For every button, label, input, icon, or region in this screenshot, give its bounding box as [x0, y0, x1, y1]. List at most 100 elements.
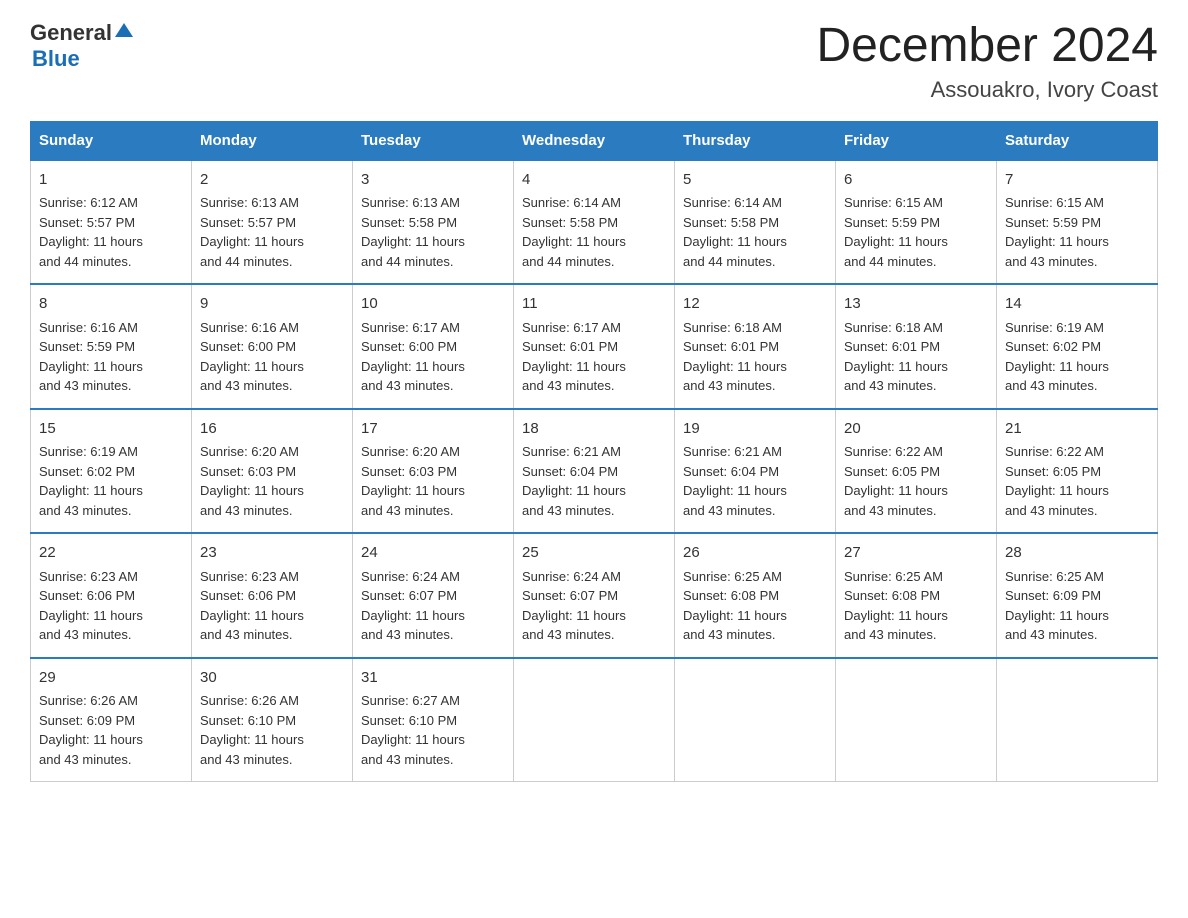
calendar-cell: 30Sunrise: 6:26 AMSunset: 6:10 PMDayligh… — [192, 658, 353, 782]
day-number: 4 — [522, 169, 666, 192]
calendar-cell: 5Sunrise: 6:14 AMSunset: 5:58 PMDaylight… — [675, 160, 836, 285]
header-day-sunday: Sunday — [31, 121, 192, 160]
calendar-cell: 17Sunrise: 6:20 AMSunset: 6:03 PMDayligh… — [353, 409, 514, 534]
calendar-cell: 11Sunrise: 6:17 AMSunset: 6:01 PMDayligh… — [514, 284, 675, 409]
month-title: December 2024 — [816, 20, 1158, 73]
calendar-cell: 15Sunrise: 6:19 AMSunset: 6:02 PMDayligh… — [31, 409, 192, 534]
day-number: 29 — [39, 667, 183, 690]
day-number: 21 — [1005, 418, 1149, 441]
day-number: 18 — [522, 418, 666, 441]
day-number: 5 — [683, 169, 827, 192]
calendar-cell: 10Sunrise: 6:17 AMSunset: 6:00 PMDayligh… — [353, 284, 514, 409]
calendar-cell: 7Sunrise: 6:15 AMSunset: 5:59 PMDaylight… — [997, 160, 1158, 285]
day-info: Sunrise: 6:16 AMSunset: 5:59 PMDaylight:… — [39, 318, 183, 396]
day-number: 14 — [1005, 293, 1149, 316]
day-info: Sunrise: 6:24 AMSunset: 6:07 PMDaylight:… — [361, 567, 505, 645]
day-info: Sunrise: 6:20 AMSunset: 6:03 PMDaylight:… — [361, 442, 505, 520]
day-number: 25 — [522, 542, 666, 565]
day-number: 13 — [844, 293, 988, 316]
calendar-cell: 19Sunrise: 6:21 AMSunset: 6:04 PMDayligh… — [675, 409, 836, 534]
calendar-cell — [675, 658, 836, 782]
header-day-monday: Monday — [192, 121, 353, 160]
day-info: Sunrise: 6:25 AMSunset: 6:08 PMDaylight:… — [683, 567, 827, 645]
day-info: Sunrise: 6:20 AMSunset: 6:03 PMDaylight:… — [200, 442, 344, 520]
day-number: 6 — [844, 169, 988, 192]
week-row-2: 8Sunrise: 6:16 AMSunset: 5:59 PMDaylight… — [31, 284, 1158, 409]
day-number: 31 — [361, 667, 505, 690]
calendar-cell: 13Sunrise: 6:18 AMSunset: 6:01 PMDayligh… — [836, 284, 997, 409]
day-number: 28 — [1005, 542, 1149, 565]
day-number: 8 — [39, 293, 183, 316]
location-title: Assouakro, Ivory Coast — [816, 77, 1158, 103]
header-day-saturday: Saturday — [997, 121, 1158, 160]
day-info: Sunrise: 6:25 AMSunset: 6:09 PMDaylight:… — [1005, 567, 1149, 645]
day-info: Sunrise: 6:12 AMSunset: 5:57 PMDaylight:… — [39, 193, 183, 271]
day-info: Sunrise: 6:25 AMSunset: 6:08 PMDaylight:… — [844, 567, 988, 645]
day-info: Sunrise: 6:16 AMSunset: 6:00 PMDaylight:… — [200, 318, 344, 396]
calendar-cell: 31Sunrise: 6:27 AMSunset: 6:10 PMDayligh… — [353, 658, 514, 782]
day-number: 30 — [200, 667, 344, 690]
day-number: 1 — [39, 169, 183, 192]
calendar-cell: 23Sunrise: 6:23 AMSunset: 6:06 PMDayligh… — [192, 533, 353, 658]
week-row-4: 22Sunrise: 6:23 AMSunset: 6:06 PMDayligh… — [31, 533, 1158, 658]
week-row-1: 1Sunrise: 6:12 AMSunset: 5:57 PMDaylight… — [31, 160, 1158, 285]
day-number: 11 — [522, 293, 666, 316]
day-info: Sunrise: 6:23 AMSunset: 6:06 PMDaylight:… — [39, 567, 183, 645]
header-day-thursday: Thursday — [675, 121, 836, 160]
calendar-cell — [997, 658, 1158, 782]
calendar-cell: 26Sunrise: 6:25 AMSunset: 6:08 PMDayligh… — [675, 533, 836, 658]
day-info: Sunrise: 6:26 AMSunset: 6:10 PMDaylight:… — [200, 691, 344, 769]
day-number: 27 — [844, 542, 988, 565]
week-row-5: 29Sunrise: 6:26 AMSunset: 6:09 PMDayligh… — [31, 658, 1158, 782]
day-number: 7 — [1005, 169, 1149, 192]
day-info: Sunrise: 6:21 AMSunset: 6:04 PMDaylight:… — [522, 442, 666, 520]
calendar-cell: 29Sunrise: 6:26 AMSunset: 6:09 PMDayligh… — [31, 658, 192, 782]
day-number: 9 — [200, 293, 344, 316]
calendar-cell — [514, 658, 675, 782]
day-number: 2 — [200, 169, 344, 192]
week-row-3: 15Sunrise: 6:19 AMSunset: 6:02 PMDayligh… — [31, 409, 1158, 534]
calendar-cell: 3Sunrise: 6:13 AMSunset: 5:58 PMDaylight… — [353, 160, 514, 285]
day-info: Sunrise: 6:19 AMSunset: 6:02 PMDaylight:… — [39, 442, 183, 520]
calendar-cell — [836, 658, 997, 782]
day-info: Sunrise: 6:15 AMSunset: 5:59 PMDaylight:… — [1005, 193, 1149, 271]
header-day-friday: Friday — [836, 121, 997, 160]
day-info: Sunrise: 6:26 AMSunset: 6:09 PMDaylight:… — [39, 691, 183, 769]
calendar-cell: 25Sunrise: 6:24 AMSunset: 6:07 PMDayligh… — [514, 533, 675, 658]
calendar-cell: 27Sunrise: 6:25 AMSunset: 6:08 PMDayligh… — [836, 533, 997, 658]
calendar-cell: 1Sunrise: 6:12 AMSunset: 5:57 PMDaylight… — [31, 160, 192, 285]
day-info: Sunrise: 6:19 AMSunset: 6:02 PMDaylight:… — [1005, 318, 1149, 396]
day-info: Sunrise: 6:17 AMSunset: 6:01 PMDaylight:… — [522, 318, 666, 396]
calendar-cell: 14Sunrise: 6:19 AMSunset: 6:02 PMDayligh… — [997, 284, 1158, 409]
calendar-cell: 4Sunrise: 6:14 AMSunset: 5:58 PMDaylight… — [514, 160, 675, 285]
day-info: Sunrise: 6:23 AMSunset: 6:06 PMDaylight:… — [200, 567, 344, 645]
calendar-cell: 28Sunrise: 6:25 AMSunset: 6:09 PMDayligh… — [997, 533, 1158, 658]
day-info: Sunrise: 6:22 AMSunset: 6:05 PMDaylight:… — [1005, 442, 1149, 520]
day-number: 23 — [200, 542, 344, 565]
calendar-table: SundayMondayTuesdayWednesdayThursdayFrid… — [30, 121, 1158, 783]
calendar-cell: 20Sunrise: 6:22 AMSunset: 6:05 PMDayligh… — [836, 409, 997, 534]
header-day-wednesday: Wednesday — [514, 121, 675, 160]
day-number: 16 — [200, 418, 344, 441]
logo-general-text: General — [30, 20, 112, 46]
day-number: 3 — [361, 169, 505, 192]
day-info: Sunrise: 6:21 AMSunset: 6:04 PMDaylight:… — [683, 442, 827, 520]
day-number: 20 — [844, 418, 988, 441]
day-info: Sunrise: 6:15 AMSunset: 5:59 PMDaylight:… — [844, 193, 988, 271]
day-info: Sunrise: 6:13 AMSunset: 5:57 PMDaylight:… — [200, 193, 344, 271]
calendar-cell: 8Sunrise: 6:16 AMSunset: 5:59 PMDaylight… — [31, 284, 192, 409]
calendar-cell: 21Sunrise: 6:22 AMSunset: 6:05 PMDayligh… — [997, 409, 1158, 534]
day-number: 19 — [683, 418, 827, 441]
day-info: Sunrise: 6:14 AMSunset: 5:58 PMDaylight:… — [522, 193, 666, 271]
calendar-cell: 6Sunrise: 6:15 AMSunset: 5:59 PMDaylight… — [836, 160, 997, 285]
day-info: Sunrise: 6:17 AMSunset: 6:00 PMDaylight:… — [361, 318, 505, 396]
day-info: Sunrise: 6:18 AMSunset: 6:01 PMDaylight:… — [683, 318, 827, 396]
calendar-header-row: SundayMondayTuesdayWednesdayThursdayFrid… — [31, 121, 1158, 160]
logo-triangle-icon — [115, 21, 133, 39]
day-number: 17 — [361, 418, 505, 441]
header-day-tuesday: Tuesday — [353, 121, 514, 160]
calendar-cell: 24Sunrise: 6:24 AMSunset: 6:07 PMDayligh… — [353, 533, 514, 658]
day-info: Sunrise: 6:22 AMSunset: 6:05 PMDaylight:… — [844, 442, 988, 520]
day-number: 15 — [39, 418, 183, 441]
day-number: 24 — [361, 542, 505, 565]
